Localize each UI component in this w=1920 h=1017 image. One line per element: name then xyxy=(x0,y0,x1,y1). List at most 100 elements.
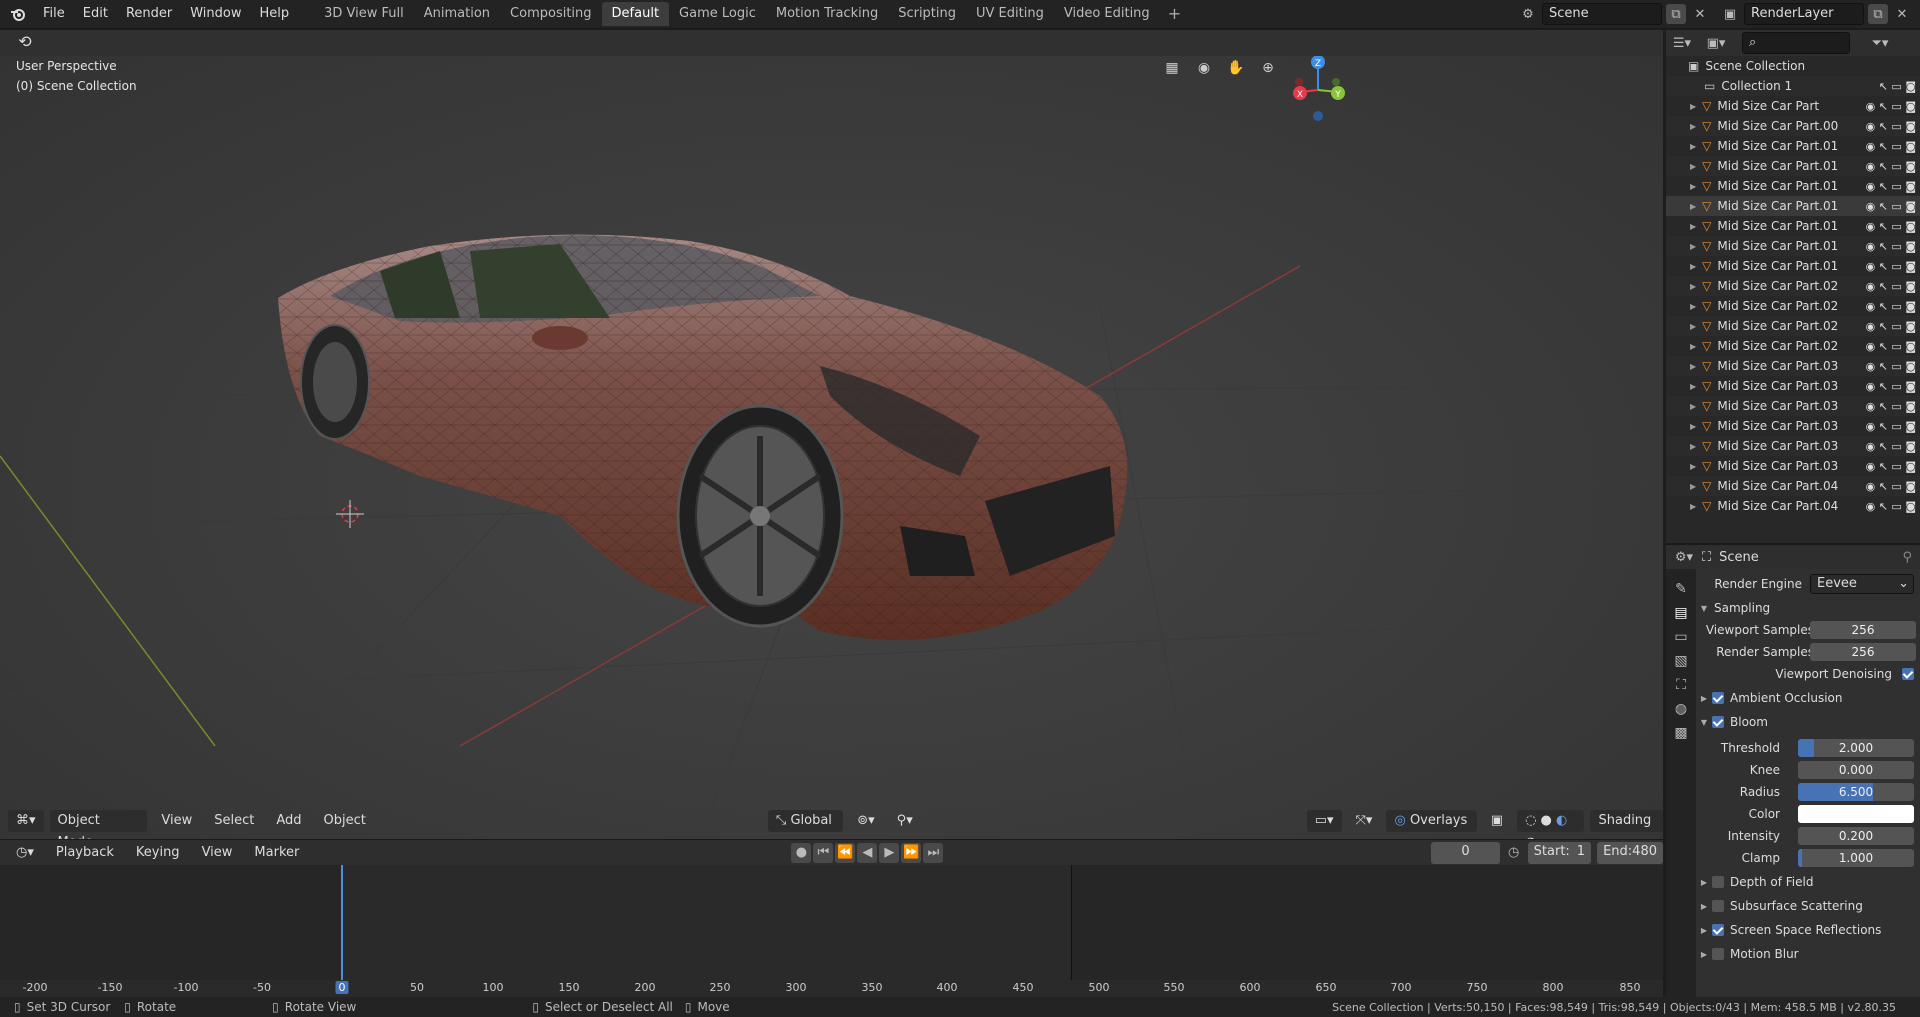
add-workspace-icon[interactable]: + xyxy=(1160,2,1189,26)
radius-slider[interactable]: 6.500 xyxy=(1798,783,1914,801)
delete-view-layer-icon[interactable]: ✕ xyxy=(1892,4,1912,24)
depth-of-field-section[interactable]: ▶ Depth of Field xyxy=(1696,871,1920,893)
blender-logo-icon[interactable] xyxy=(8,4,28,24)
object-toggles[interactable]: ◉ ↖ ▭ ◙ xyxy=(1866,380,1916,393)
3d-viewport[interactable]: Z Y X User Perspective (0) Scene Collect… xyxy=(0,56,1663,840)
bloom-section[interactable]: ▼ Bloom xyxy=(1696,711,1920,733)
object-toggles[interactable]: ◉ ↖ ▭ ◙ xyxy=(1866,480,1916,493)
outliner-object-row[interactable]: ▶ ▽ Mid Size Car Part.03 ◉ ↖ ▭ ◙ xyxy=(1666,456,1920,476)
outliner-object-row[interactable]: ▶ ▽ Mid Size Car Part.03 ◉ ↖ ▭ ◙ xyxy=(1666,436,1920,456)
tab-render-icon[interactable]: ▤ xyxy=(1674,605,1687,621)
threshold-slider[interactable]: 2.000 xyxy=(1798,739,1914,757)
outliner-object-row[interactable]: ▶ ▽ Mid Size Car Part.01 ◉ ↖ ▭ ◙ xyxy=(1666,176,1920,196)
depth-of-field-checkbox[interactable] xyxy=(1712,876,1724,888)
preview-range-icon[interactable]: ◷ xyxy=(1506,843,1522,863)
menu-marker[interactable]: Marker xyxy=(246,842,307,864)
outliner-object-row[interactable]: ▶ ▽ Mid Size Car Part.02 ◉ ↖ ▭ ◙ xyxy=(1666,276,1920,296)
new-scene-icon[interactable]: ⧉ xyxy=(1666,4,1686,24)
ssr-section[interactable]: ▶ Screen Space Reflections xyxy=(1696,919,1920,941)
end-frame-field[interactable]: End: 480 xyxy=(1597,841,1663,864)
jump-keyframe-back-icon[interactable]: ⏪ xyxy=(835,842,856,863)
tab-texture-icon[interactable]: ▩ xyxy=(1674,725,1687,741)
object-toggles[interactable]: ◉ ↖ ▭ ◙ xyxy=(1866,240,1916,253)
object-toggles[interactable]: ◉ ↖ ▭ ◙ xyxy=(1866,440,1916,453)
zoom-icon[interactable]: ⊕ xyxy=(1256,56,1280,80)
gizmo-toggle-icon[interactable]: ⤧▾ xyxy=(1348,810,1381,832)
xray-icon[interactable]: ▣ xyxy=(1483,810,1511,832)
playhead-line[interactable] xyxy=(341,865,343,980)
expand-arrow-icon[interactable]: ▶ xyxy=(1690,122,1696,131)
object-toggles[interactable]: ◉ ↖ ▭ ◙ xyxy=(1866,300,1916,313)
outliner-editor-icon[interactable]: ☰▾ xyxy=(1672,33,1692,53)
tab-output-icon[interactable]: ▭ xyxy=(1674,629,1687,645)
object-toggles[interactable]: ◉ ↖ ▭ ◙ xyxy=(1866,280,1916,293)
display-mode-icon[interactable]: ▣▾ xyxy=(1706,33,1726,53)
expand-arrow-icon[interactable]: ▶ xyxy=(1690,402,1696,411)
menu-view[interactable]: View xyxy=(153,810,200,832)
menu-edit[interactable]: Edit xyxy=(74,3,117,25)
motion-blur-section[interactable]: ▶ Motion Blur xyxy=(1696,943,1920,965)
expand-arrow-icon[interactable]: ▶ xyxy=(1690,302,1696,311)
expand-arrow-icon[interactable]: ▶ xyxy=(1690,282,1696,291)
object-toggles[interactable]: ◉ ↖ ▭ ◙ xyxy=(1866,320,1916,333)
jump-end-icon[interactable]: ⏭ xyxy=(923,842,944,863)
motion-blur-checkbox[interactable] xyxy=(1712,948,1724,960)
pin-icon[interactable]: ⚲ xyxy=(1902,550,1912,565)
ambient-occlusion-section[interactable]: ▶ Ambient Occlusion xyxy=(1696,687,1920,709)
view-object-types-icon[interactable]: ▭▾ xyxy=(1306,810,1342,832)
object-toggles[interactable]: ◉ ↖ ▭ ◙ xyxy=(1866,340,1916,353)
outliner-object-row[interactable]: ▶ ▽ Mid Size Car Part.04 ◉ ↖ ▭ ◙ xyxy=(1666,476,1920,496)
shading-modes[interactable]: ◌ ● ◐ ◑ xyxy=(1517,810,1585,840)
view-layer-icon[interactable]: ▣ xyxy=(1720,4,1740,24)
outliner-object-row[interactable]: ▶ ▽ Mid Size Car Part.01 ◉ ↖ ▭ ◙ xyxy=(1666,216,1920,236)
tab-default[interactable]: Default xyxy=(601,2,670,26)
outliner-object-row[interactable]: ▶ ▽ Mid Size Car Part.03 ◉ ↖ ▭ ◙ xyxy=(1666,356,1920,376)
outliner-object-row[interactable]: ▶ ▽ Mid Size Car Part.01 ◉ ↖ ▭ ◙ xyxy=(1666,256,1920,276)
shading-dropdown[interactable]: Shading ▾ xyxy=(1590,810,1663,840)
outliner-scene-collection[interactable]: ▣ Scene Collection xyxy=(1666,56,1920,76)
tab-uv-editing[interactable]: UV Editing xyxy=(966,2,1054,26)
outliner-object-row[interactable]: ▶ ▽ Mid Size Car Part.00 ◉ ↖ ▭ ◙ xyxy=(1666,116,1920,136)
tool-settings-icon[interactable]: ⟲ xyxy=(14,32,36,54)
expand-arrow-icon[interactable]: ▶ xyxy=(1690,162,1696,171)
outliner-object-row[interactable]: ▶ ▽ Mid Size Car Part.02 ◉ ↖ ▭ ◙ xyxy=(1666,296,1920,316)
outliner-object-row[interactable]: ▶ ▽ Mid Size Car Part.01 ◉ ↖ ▭ ◙ xyxy=(1666,236,1920,256)
new-view-layer-icon[interactable]: ⧉ xyxy=(1868,4,1888,24)
clamp-slider[interactable]: 1.000 xyxy=(1798,849,1914,867)
expand-arrow-icon[interactable]: ▶ xyxy=(1690,322,1696,331)
ssr-checkbox[interactable] xyxy=(1712,924,1724,936)
record-icon[interactable]: ● xyxy=(791,842,812,863)
outliner-collection-1[interactable]: ▭ Collection 1 ↖ ▭ ◙ xyxy=(1666,76,1920,96)
object-toggles[interactable]: ◉ ↖ ▭ ◙ xyxy=(1866,140,1916,153)
navigation-gizmo[interactable]: Z Y X xyxy=(1293,56,1345,121)
expand-arrow-icon[interactable]: ▶ xyxy=(1690,102,1696,111)
transform-orientation-dropdown[interactable]: ⤡ Global ▾ xyxy=(767,810,844,840)
editor-type-icon[interactable]: ⌘▾ xyxy=(8,810,44,832)
subsurface-section[interactable]: ▶ Subsurface Scattering xyxy=(1696,895,1920,917)
menu-timeline-view[interactable]: View xyxy=(194,842,241,864)
outliner-object-row[interactable]: ▶ ▽ Mid Size Car Part.03 ◉ ↖ ▭ ◙ xyxy=(1666,396,1920,416)
tab-compositing[interactable]: Compositing xyxy=(500,2,602,26)
expand-arrow-icon[interactable]: ▶ xyxy=(1690,362,1696,371)
play-reverse-icon[interactable]: ◀ xyxy=(857,842,878,863)
render-engine-dropdown[interactable]: Eevee ⌄ xyxy=(1810,574,1914,594)
expand-arrow-icon[interactable]: ▶ xyxy=(1690,142,1696,151)
expand-arrow-icon[interactable]: ▶ xyxy=(1690,502,1696,511)
object-toggles[interactable]: ◉ ↖ ▭ ◙ xyxy=(1866,500,1916,513)
object-toggles[interactable]: ◉ ↖ ▭ ◙ xyxy=(1866,420,1916,433)
object-toggles[interactable]: ◉ ↖ ▭ ◙ xyxy=(1866,120,1916,133)
menu-file[interactable]: File xyxy=(34,3,74,25)
properties-editor-icon[interactable]: ⚙▾ xyxy=(1674,547,1694,567)
expand-arrow-icon[interactable]: ▶ xyxy=(1690,342,1696,351)
object-toggles[interactable]: ◉ ↖ ▭ ◙ xyxy=(1866,180,1916,193)
outliner-object-row[interactable]: ▶ ▽ Mid Size Car Part.01 ◉ ↖ ▭ ◙ xyxy=(1666,196,1920,216)
outliner-object-row[interactable]: ▶ ▽ Mid Size Car Part.01 ◉ ↖ ▭ ◙ xyxy=(1666,156,1920,176)
outliner-object-row[interactable]: ▶ ▽ Mid Size Car Part.01 ◉ ↖ ▭ ◙ xyxy=(1666,136,1920,156)
tab-game-logic[interactable]: Game Logic xyxy=(669,2,766,26)
object-toggles[interactable]: ◉ ↖ ▭ ◙ xyxy=(1866,200,1916,213)
menu-help[interactable]: Help xyxy=(251,3,299,25)
start-frame-field[interactable]: Start: 1 xyxy=(1527,841,1592,864)
pivot-icon[interactable]: ⊚▾ xyxy=(849,810,882,832)
outliner-object-row[interactable]: ▶ ▽ Mid Size Car Part ◉ ↖ ▭ ◙ xyxy=(1666,96,1920,116)
scene-field[interactable]: Scene xyxy=(1542,3,1662,25)
